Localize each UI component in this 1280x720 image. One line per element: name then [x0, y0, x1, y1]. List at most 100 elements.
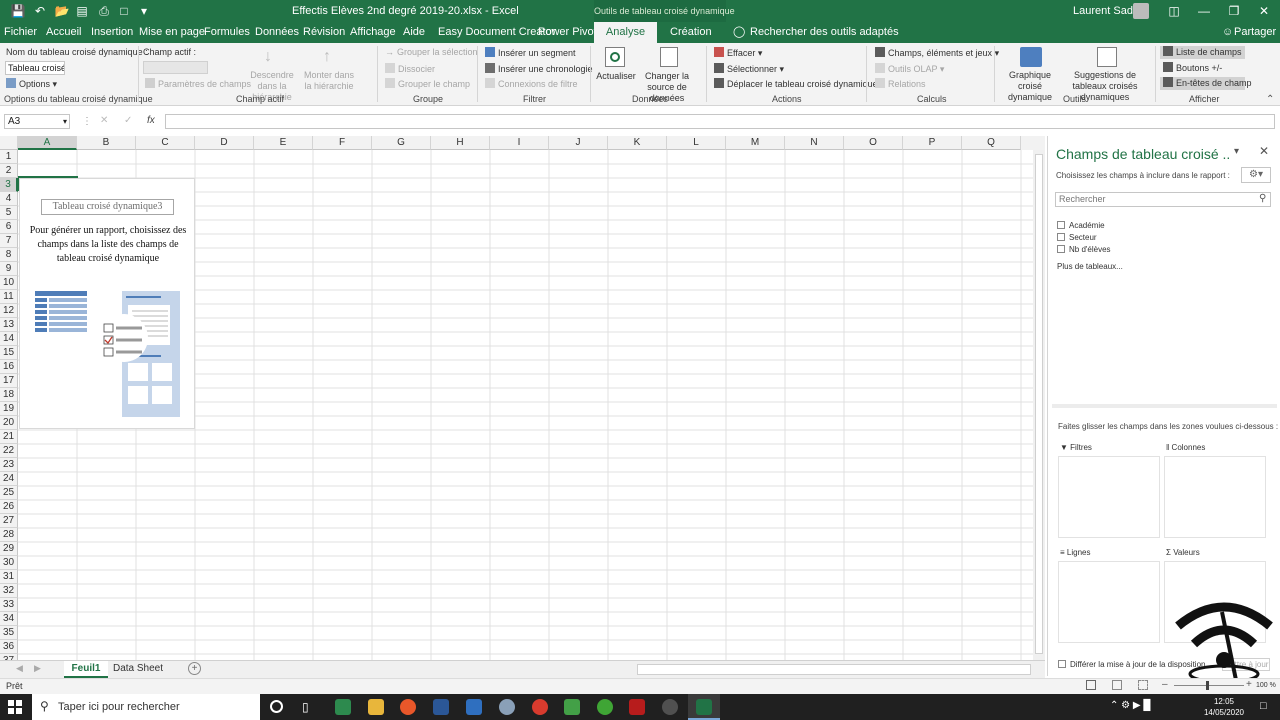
pivot-name-input[interactable]: Tableau croisé — [5, 61, 65, 75]
row-header-18[interactable]: 18 — [0, 388, 18, 402]
print-icon[interactable]: ⎙ — [96, 3, 112, 19]
group-selection-button[interactable]: → Grouper la sélection — [385, 47, 478, 58]
normal-view-icon[interactable] — [1086, 680, 1096, 690]
row-header-23[interactable]: 23 — [0, 458, 18, 472]
row-header-1[interactable]: 1 — [0, 150, 18, 164]
rows-zone[interactable] — [1058, 561, 1160, 643]
insert-slicer-button[interactable]: Insérer un segment — [485, 47, 576, 59]
tab-power-pivot[interactable]: Power Pivot — [538, 22, 597, 43]
task-view-icon[interactable]: ▯ — [302, 700, 309, 714]
word-icon[interactable] — [433, 699, 449, 715]
column-header-d[interactable]: D — [195, 136, 254, 150]
filter-connections-button[interactable]: Connexions de filtre — [485, 78, 578, 90]
row-header-33[interactable]: 33 — [0, 598, 18, 612]
sheet-tab-feuil1[interactable]: Feuil1 — [64, 661, 108, 678]
insert-timeline-button[interactable]: Insérer une chronologie — [485, 63, 593, 75]
more-tables-link[interactable]: Plus de tableaux... — [1057, 262, 1123, 271]
checkbox[interactable] — [1057, 233, 1065, 241]
row-header-21[interactable]: 21 — [0, 430, 18, 444]
column-header-j[interactable]: J — [549, 136, 608, 150]
row-header-17[interactable]: 17 — [0, 374, 18, 388]
app-icon-green-round[interactable] — [597, 699, 613, 715]
field-settings-button[interactable]: Paramètres de champs — [145, 78, 251, 90]
app-icon-green[interactable] — [335, 699, 351, 715]
drill-up-button[interactable]: Monter dans la hiérarchie — [300, 70, 358, 92]
olap-tools-button[interactable]: Outils OLAP ▾ — [875, 63, 944, 75]
row-header-22[interactable]: 22 — [0, 444, 18, 458]
row-header-24[interactable]: 24 — [0, 472, 18, 486]
tab-formules[interactable]: Formules — [204, 22, 250, 43]
filters-zone[interactable] — [1058, 456, 1160, 538]
close-icon[interactable]: ✕ — [1256, 3, 1272, 19]
windows-start-icon[interactable] — [8, 700, 22, 714]
select-all-corner[interactable] — [0, 136, 18, 150]
app-icon-dark[interactable] — [662, 699, 678, 715]
field-list-toggle[interactable]: Liste de champs — [1160, 46, 1245, 59]
enter-icon[interactable]: ✓ — [124, 115, 132, 126]
page-layout-icon[interactable] — [1112, 680, 1122, 690]
buttons-toggle[interactable]: Boutons +/- — [1160, 62, 1245, 75]
row-header-19[interactable]: 19 — [0, 402, 18, 416]
sheet-tab-data-sheet[interactable]: Data Sheet — [110, 661, 166, 678]
zoom-level[interactable]: 100 % — [1256, 682, 1276, 689]
tab-fichier[interactable]: Fichier — [4, 22, 37, 43]
column-header-c[interactable]: C — [136, 136, 195, 150]
relations-button[interactable]: Relations — [875, 78, 926, 90]
tab-revision[interactable]: Révision — [303, 22, 345, 43]
row-header-36[interactable]: 36 — [0, 640, 18, 654]
row-header-6[interactable]: 6 — [0, 220, 18, 234]
file-explorer-icon[interactable] — [368, 699, 384, 715]
gear-icon[interactable]: ⚙▾ — [1241, 167, 1271, 183]
cancel-icon[interactable]: ✕ — [100, 115, 108, 126]
row-header-2[interactable]: 2 — [0, 164, 18, 178]
row-header-27[interactable]: 27 — [0, 514, 18, 528]
close-icon[interactable]: ✕ — [1259, 144, 1269, 158]
column-header-p[interactable]: P — [903, 136, 962, 150]
tab-analyse[interactable]: Analyse — [594, 22, 657, 43]
zoom-out-icon[interactable]: – — [1162, 679, 1168, 690]
row-header-12[interactable]: 12 — [0, 304, 18, 318]
add-sheet-icon[interactable]: + — [188, 662, 201, 675]
vertical-scrollbar[interactable] — [1033, 150, 1045, 660]
columns-zone[interactable] — [1164, 456, 1266, 538]
group-field-button[interactable]: Grouper le champ — [385, 78, 470, 90]
clock[interactable]: 12:05 14/05/2020 — [1196, 696, 1252, 718]
tab-insertion[interactable]: Insertion — [91, 22, 133, 43]
column-header-n[interactable]: N — [785, 136, 844, 150]
cortana-icon[interactable] — [270, 700, 283, 713]
row-header-15[interactable]: 15 — [0, 346, 18, 360]
zoom-slider-thumb[interactable] — [1206, 681, 1209, 690]
options-button[interactable]: Options ▾ — [6, 78, 57, 90]
pivot-table-placeholder[interactable]: Tableau croisé dynamique3 Pour générer u… — [19, 178, 195, 429]
app-icon-gray[interactable] — [499, 699, 515, 715]
fields-items-sets-button[interactable]: Champs, éléments et jeux ▾ — [875, 47, 999, 59]
column-header-l[interactable]: L — [667, 136, 726, 150]
undo-icon[interactable]: ↶ — [32, 3, 48, 19]
field-item-nb-eleves[interactable]: Nb d'élèves — [1057, 244, 1111, 256]
column-header-f[interactable]: F — [313, 136, 372, 150]
share-icon[interactable]: ☺ — [1222, 22, 1233, 43]
prev-sheet-icon[interactable]: ◀ — [16, 663, 23, 674]
notifications-icon[interactable]: □ — [1260, 700, 1267, 712]
active-field-input[interactable] — [143, 61, 208, 74]
column-header-q[interactable]: Q — [962, 136, 1021, 150]
tab-aide[interactable]: Aide — [403, 22, 425, 43]
refresh-button[interactable]: Actualiser — [596, 71, 636, 82]
tab-accueil[interactable]: Accueil — [46, 22, 81, 43]
app-icon-lime[interactable] — [564, 699, 580, 715]
new-file-icon[interactable]: □ — [116, 3, 132, 19]
pane-menu-icon[interactable]: ▾ — [1234, 146, 1239, 157]
ribbon-display-icon[interactable]: ◫ — [1166, 3, 1182, 19]
tab-donnees[interactable]: Données — [255, 22, 299, 43]
row-header-35[interactable]: 35 — [0, 626, 18, 640]
tab-mise-en-page[interactable]: Mise en page — [139, 22, 205, 43]
app-icon-red[interactable] — [532, 699, 548, 715]
row-header-28[interactable]: 28 — [0, 528, 18, 542]
horizontal-scrollbar[interactable] — [637, 664, 1031, 675]
zoom-slider[interactable] — [1174, 685, 1244, 686]
row-header-30[interactable]: 30 — [0, 556, 18, 570]
firefox-icon[interactable] — [400, 699, 416, 715]
row-header-5[interactable]: 5 — [0, 206, 18, 220]
page-break-icon[interactable] — [1138, 680, 1148, 690]
row-header-20[interactable]: 20 — [0, 416, 18, 430]
